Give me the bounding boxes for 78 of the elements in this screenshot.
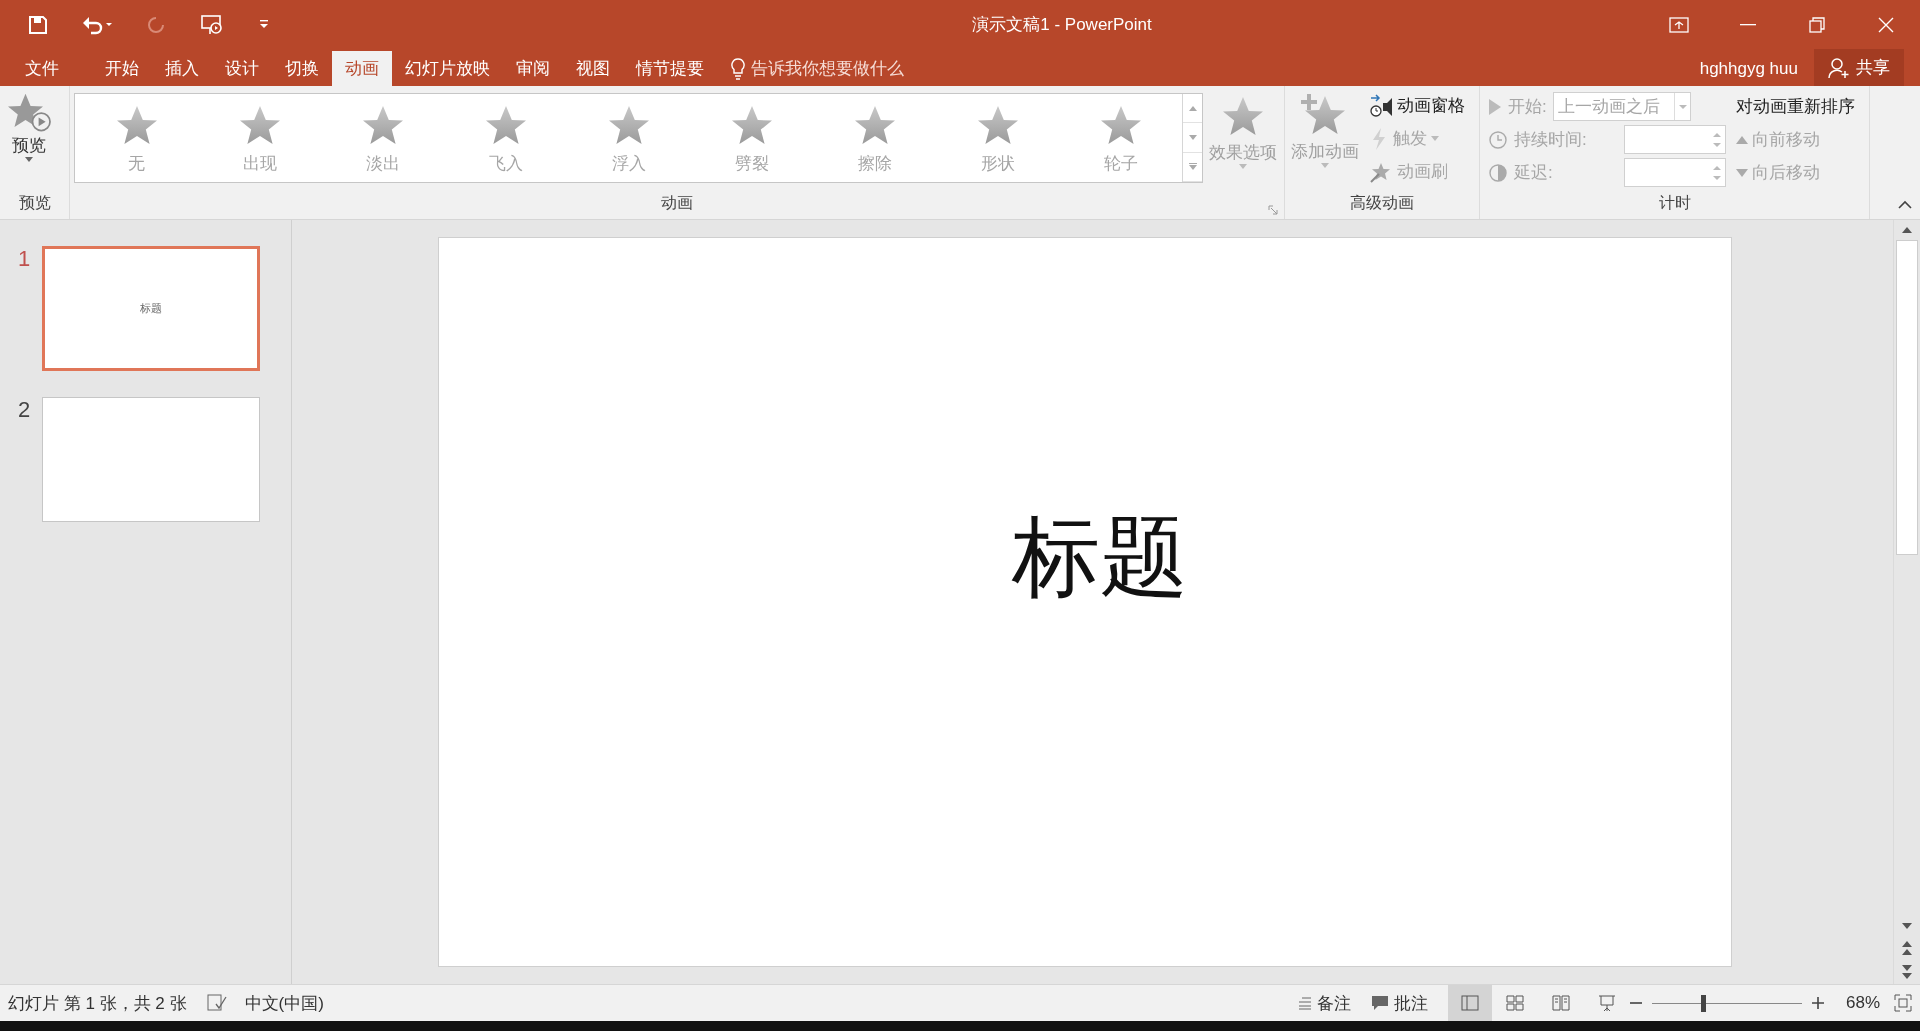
ribbon-tab[interactable]: 视图 (563, 51, 623, 86)
ribbon-tab[interactable]: 插入 (152, 51, 212, 86)
comments-button[interactable]: 批注 (1370, 991, 1428, 1015)
caret-icon (1431, 136, 1439, 141)
caret-icon (1188, 105, 1197, 111)
collapse-ribbon-icon[interactable] (1898, 200, 1912, 209)
save-icon[interactable] (28, 14, 48, 35)
slideshow-icon[interactable] (200, 13, 224, 36)
caret-icon (1321, 163, 1329, 168)
group-label: 预览 (18, 193, 51, 213)
comment-icon (1370, 995, 1389, 1011)
group-label: 动画 (661, 193, 693, 213)
zoom-level[interactable]: 68% (1845, 993, 1880, 1013)
ribbon-tab[interactable]: 动画 (332, 51, 392, 86)
spinner-icon (1713, 164, 1721, 181)
lightbulb-icon (731, 57, 745, 80)
clock-icon (1488, 129, 1508, 150)
scrollbar-thumb[interactable] (1896, 240, 1918, 555)
dialog-launcher-icon[interactable] (1268, 205, 1278, 215)
delay-icon (1488, 162, 1508, 183)
tell-me-field[interactable]: 告诉我你想要做什么 (751, 57, 904, 80)
star-play-icon (6, 92, 52, 134)
more-icon (1188, 163, 1197, 171)
slide-title[interactable]: 标题 (1011, 497, 1188, 617)
ribbon-tab[interactable]: 文件 (12, 51, 72, 86)
language-indicator[interactable]: 中文(中国) (244, 991, 324, 1015)
ribbon-tab[interactable]: 设计 (212, 51, 272, 86)
caret-icon (1188, 135, 1197, 140)
slide-thumbnail[interactable]: 标题 (42, 246, 260, 371)
slide-thumbnail[interactable] (42, 397, 260, 522)
slide-counter: 幻灯片 第 1 张，共 2 张 (8, 992, 187, 1015)
person-add-icon (1828, 56, 1850, 79)
redo-icon[interactable] (146, 14, 166, 35)
ribbon-tab[interactable]: 切换 (272, 51, 332, 86)
duration-label: 持续时间: (1514, 129, 1588, 151)
spell-check-icon[interactable] (206, 994, 227, 1012)
caret-icon (1673, 93, 1690, 120)
triangle-up-icon (1736, 135, 1748, 144)
share-button[interactable]: 共享 (1814, 49, 1904, 86)
normal-view-icon (1460, 995, 1479, 1011)
window-title: 演示文稿1 - PowerPoint (971, 14, 1153, 36)
slideshow-view-icon[interactable] (1597, 994, 1616, 1012)
ribbon-button[interactable]: 动画窗格 (1369, 92, 1465, 119)
ribbon-display-icon (1668, 16, 1689, 33)
close-icon (1877, 16, 1894, 33)
zoom-in-icon[interactable] (1811, 997, 1824, 1009)
play-icon (1488, 97, 1502, 116)
ribbon-tab[interactable]: 情节提要 (623, 51, 717, 86)
delay-field[interactable] (1624, 158, 1726, 187)
triangle-down-icon (1736, 168, 1748, 177)
slide-number: 2 (18, 397, 28, 423)
thumbnail-title: 标题 (140, 301, 162, 316)
group-label: 计时 (1658, 193, 1691, 213)
notes-icon (1297, 996, 1312, 1010)
customize-menu-icon[interactable] (258, 19, 270, 30)
caret-icon (25, 157, 33, 162)
user-name: hghhgyg huu (1699, 57, 1799, 80)
notes-button[interactable]: 备注 (1297, 991, 1351, 1015)
preview-button[interactable]: 预览 (0, 92, 58, 162)
ribbon-tab[interactable]: 审阅 (503, 51, 563, 86)
sorter-view-icon[interactable] (1505, 995, 1524, 1011)
zoom-slider-thumb[interactable] (1700, 994, 1706, 1012)
duration-field[interactable] (1624, 125, 1726, 154)
pane-icon (1369, 93, 1393, 118)
normal-view-button[interactable] (1447, 985, 1492, 1021)
ribbon-tab[interactable]: 开始 (92, 51, 152, 86)
minimize-icon (1739, 23, 1756, 26)
fit-to-window-icon[interactable] (1894, 994, 1912, 1012)
reorder-title: 对动画重新排序 (1736, 96, 1855, 118)
spinner-icon (1713, 131, 1721, 148)
start-label: 开始: (1508, 96, 1547, 118)
delay-label: 延迟: (1514, 162, 1554, 184)
caret-icon (1239, 164, 1247, 169)
group-label: 高级动画 (1350, 193, 1414, 213)
restore-icon (1808, 16, 1825, 33)
reading-view-icon[interactable] (1551, 995, 1570, 1011)
ribbon-tab[interactable]: 幻灯片放映 (392, 51, 503, 86)
slide-number: 1 (18, 246, 28, 272)
